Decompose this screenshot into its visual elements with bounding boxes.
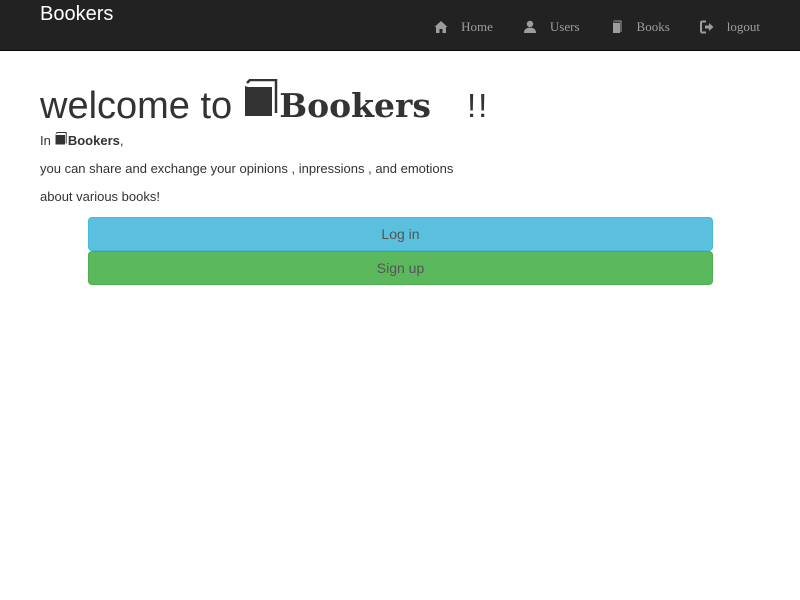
nav-item-home-label: Home	[461, 19, 493, 34]
user-icon	[523, 20, 537, 34]
page-title: welcome to Bookers !!	[40, 78, 490, 129]
nav-item-books[interactable]: Books	[580, 17, 670, 37]
book-icon	[244, 78, 278, 122]
title-prefix: welcome to	[40, 85, 233, 127]
navbar-brand[interactable]: Bookers	[40, 3, 113, 25]
nav-item-home[interactable]: Home	[404, 17, 493, 37]
nav-item-users[interactable]: Users	[493, 17, 580, 37]
book-icon	[610, 20, 624, 34]
intro-line-1: In Bookers ,	[40, 132, 124, 150]
title-brand: Bookers	[279, 86, 431, 125]
book-icon	[55, 132, 67, 150]
signup-button[interactable]: Sign up	[88, 251, 713, 285]
nav-item-users-label: Users	[549, 19, 580, 34]
home-icon	[434, 20, 448, 34]
intro-line-3: about various books!	[40, 189, 160, 204]
intro-brand: Bookers	[67, 133, 120, 148]
nav-menu: Home Users Books logout	[404, 17, 760, 37]
nav-item-logout[interactable]: logout	[670, 17, 760, 37]
intro-comma: ,	[119, 133, 124, 148]
title-exclamation: !!	[466, 87, 490, 124]
intro-line-2: you can share and exchange your opinions…	[40, 161, 454, 176]
nav-item-logout-label: logout	[726, 19, 760, 34]
login-button[interactable]: Log in	[88, 217, 713, 251]
intro-in-label: In	[40, 133, 51, 148]
nav-item-books-label: Books	[636, 19, 670, 34]
logout-icon	[699, 20, 714, 34]
top-navbar: Bookers Home Users Books logout	[0, 0, 800, 51]
